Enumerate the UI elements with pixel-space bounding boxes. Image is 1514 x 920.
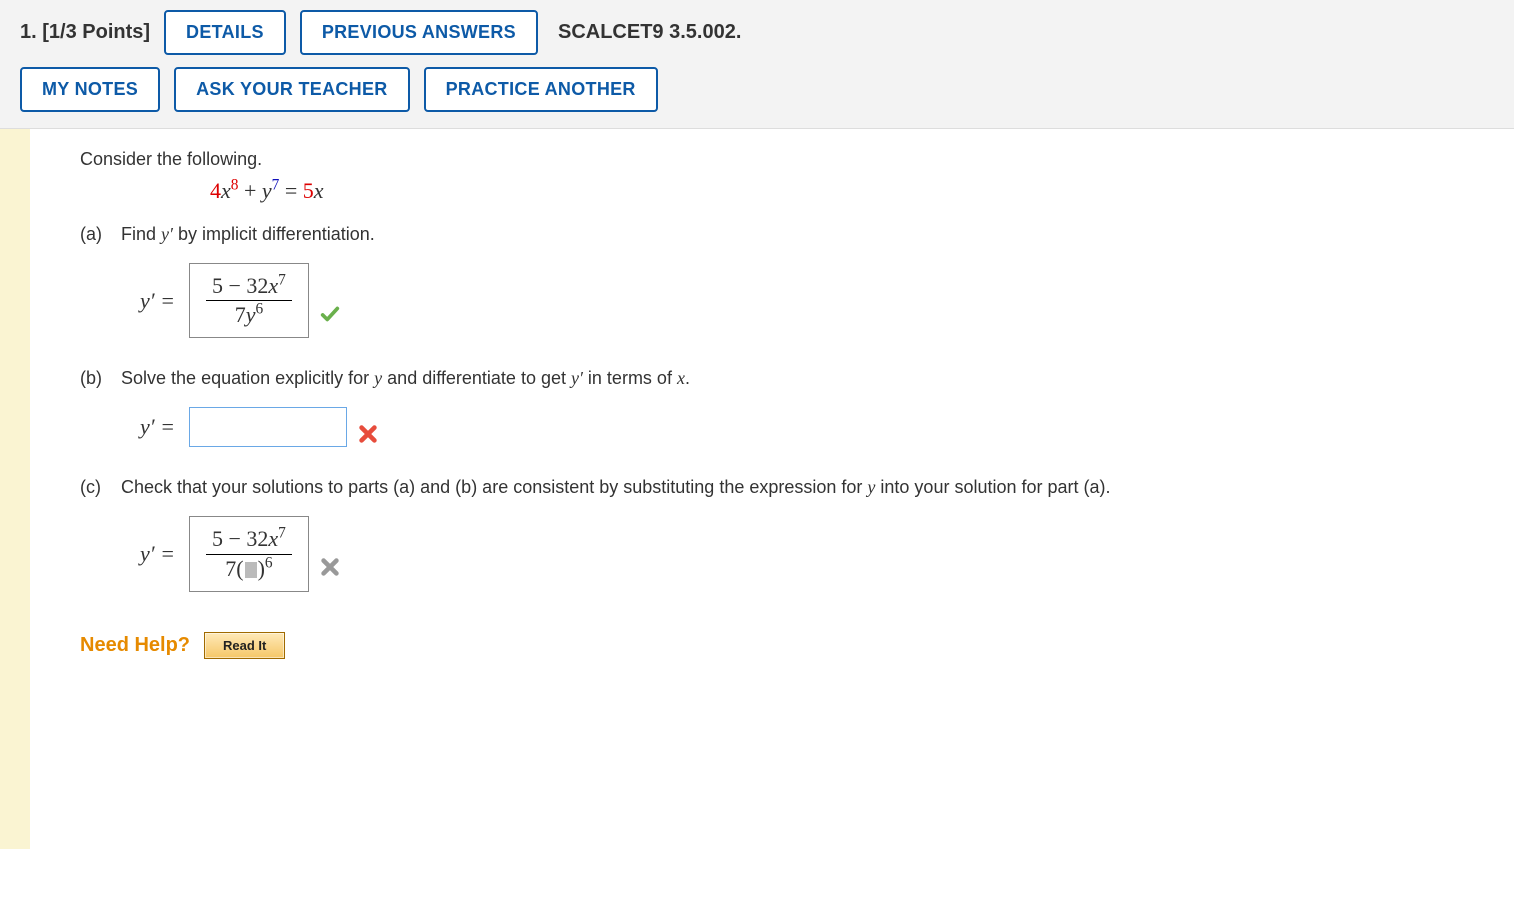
x-icon: [357, 423, 379, 445]
accent-bar: [0, 129, 30, 849]
part-b-answer-row: y′ =: [140, 407, 1494, 447]
check-icon: [319, 271, 341, 331]
part-b-text: Solve the equation explicitly for y and …: [121, 368, 690, 388]
part-a-prefix: y′ =: [140, 288, 175, 314]
part-c-prefix: y′ =: [140, 541, 175, 567]
help-row: Need Help? Read It: [80, 632, 1494, 659]
part-b-prefix: y′ =: [140, 414, 175, 440]
practice-another-button[interactable]: PRACTICE ANOTHER: [424, 67, 658, 112]
my-notes-button[interactable]: MY NOTES: [20, 67, 160, 112]
header-row-2: MY NOTES ASK YOUR TEACHER PRACTICE ANOTH…: [20, 67, 1494, 112]
header-row-1: 1. [1/3 Points] DETAILS PREVIOUS ANSWERS…: [20, 10, 1494, 55]
problem-equation: 4x8 + y7 = 5x: [210, 178, 1494, 204]
read-it-button[interactable]: Read It: [204, 632, 285, 659]
part-a-text: Find y′ by implicit differentiation.: [121, 224, 375, 244]
part-b-label: (b): [80, 368, 116, 389]
blank-placeholder[interactable]: [245, 562, 257, 578]
part-b-answer-box[interactable]: [189, 407, 347, 447]
ask-teacher-button[interactable]: ASK YOUR TEACHER: [174, 67, 410, 112]
source-label: SCALCET9 3.5.002.: [558, 21, 741, 44]
part-a-answer-box[interactable]: 5 − 32x7 7y6: [189, 263, 309, 338]
x-icon: [319, 524, 341, 584]
details-button[interactable]: DETAILS: [164, 10, 286, 55]
part-a: (a) Find y′ by implicit differentiation.…: [80, 224, 1494, 338]
need-help-label: Need Help?: [80, 634, 190, 657]
part-c-answer-box[interactable]: 5 − 32x7 7()6: [189, 516, 309, 591]
previous-answers-button[interactable]: PREVIOUS ANSWERS: [300, 10, 538, 55]
part-a-answer-row: y′ = 5 − 32x7 7y6: [140, 263, 1494, 338]
part-a-label: (a): [80, 224, 116, 245]
question-content: Consider the following. 4x8 + y7 = 5x (a…: [30, 129, 1514, 849]
question-header: 1. [1/3 Points] DETAILS PREVIOUS ANSWERS…: [0, 0, 1514, 129]
question-number: 1. [1/3 Points]: [20, 21, 150, 44]
part-b: (b) Solve the equation explicitly for y …: [80, 368, 1494, 447]
part-c: (c) Check that your solutions to parts (…: [80, 477, 1494, 591]
part-c-text: Check that your solutions to parts (a) a…: [121, 477, 1111, 497]
part-c-label: (c): [80, 477, 116, 498]
intro-text: Consider the following.: [80, 149, 1494, 170]
part-c-answer-row: y′ = 5 − 32x7 7()6: [140, 516, 1494, 591]
